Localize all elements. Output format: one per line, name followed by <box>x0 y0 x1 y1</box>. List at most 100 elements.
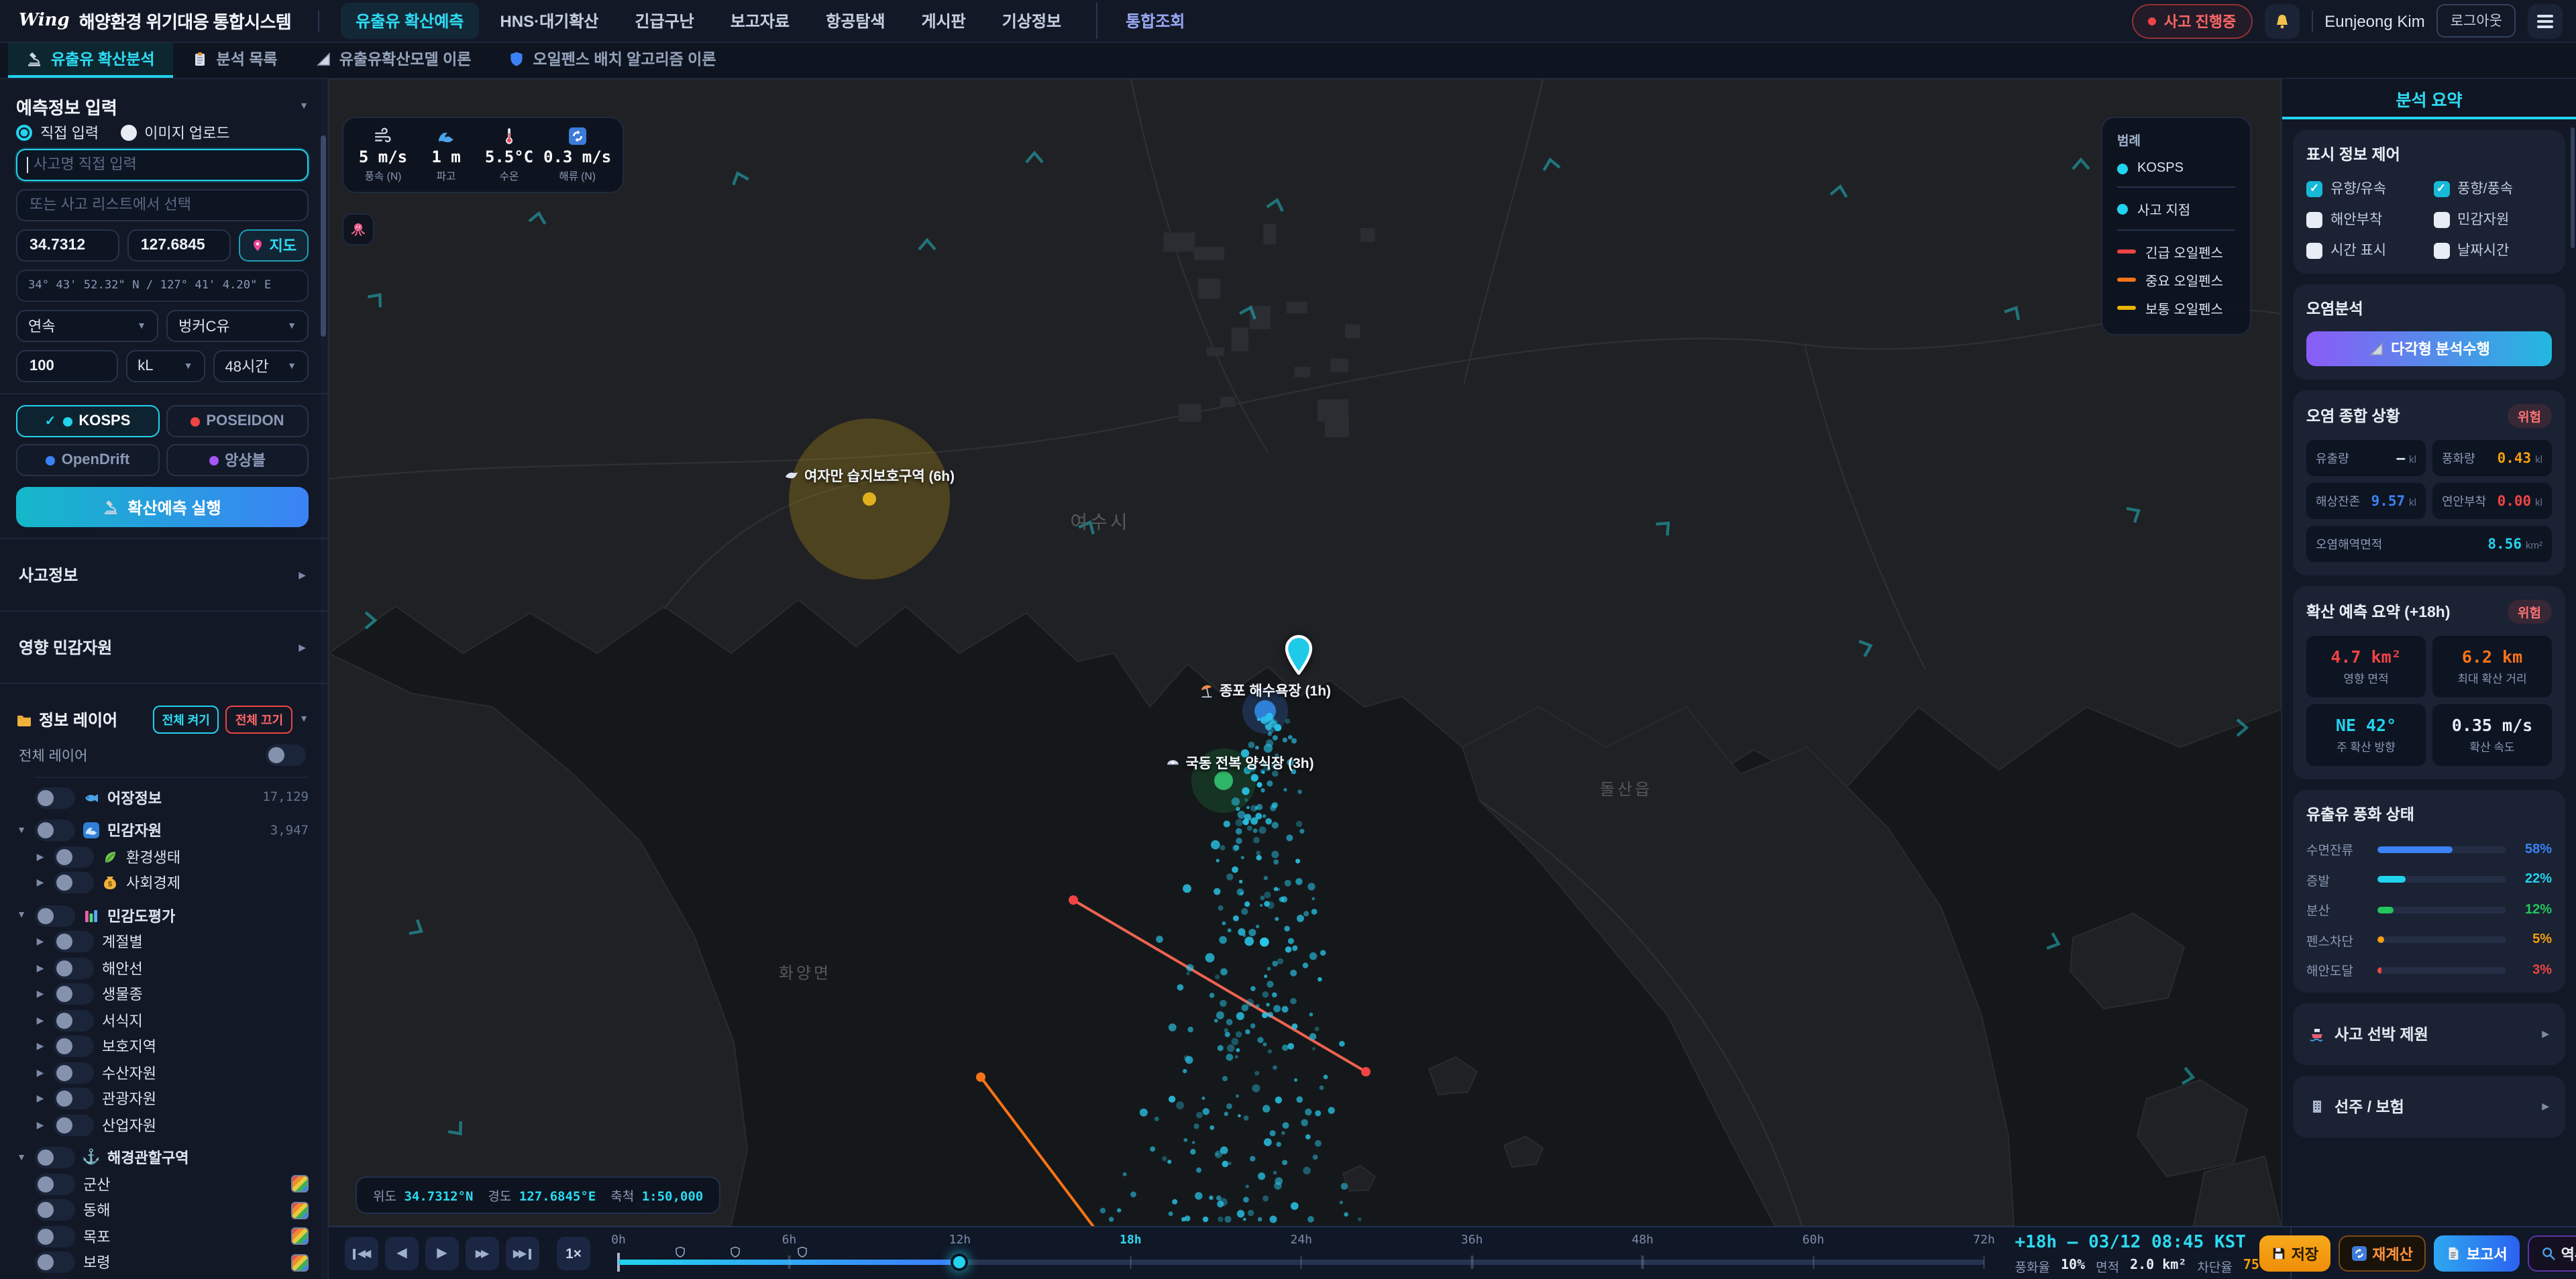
checkbox-icon[interactable] <box>2306 211 2322 227</box>
재계산-button[interactable]: 재계산 <box>2339 1235 2426 1272</box>
layer-toggle[interactable] <box>54 1089 94 1110</box>
map-marker-wetland[interactable]: 여자만 습지보호구역 (6h) <box>784 466 955 486</box>
chevron-down-icon[interactable]: ▼ <box>16 911 27 921</box>
model-chip-앙상블[interactable]: 앙상블 <box>166 444 309 476</box>
chevron-right-icon[interactable]: ▶ <box>35 1015 46 1026</box>
layer-toggle[interactable] <box>35 787 75 809</box>
model-chip-poseidon[interactable]: POSEIDON <box>166 405 309 437</box>
역추적-button[interactable]: 역추적 <box>2528 1235 2576 1272</box>
latitude-input[interactable] <box>16 229 119 262</box>
radio-image-upload[interactable]: 이미지 업로드 <box>120 122 230 144</box>
map-marker-farm[interactable]: 국동 전복 양식장 (3h) <box>1165 753 1313 773</box>
보고서-button[interactable]: 보고서 <box>2434 1235 2520 1272</box>
skip-end-button[interactable]: ▶▶ <box>506 1237 539 1270</box>
checkbox-icon[interactable] <box>2433 211 2449 227</box>
chevron-right-icon[interactable]: ▶ <box>35 852 46 863</box>
layer-toggle[interactable] <box>35 1200 75 1221</box>
layer-toggle[interactable] <box>54 846 94 868</box>
layer-toggle[interactable] <box>35 1226 75 1247</box>
chevron-right-icon[interactable]: ▶ <box>35 989 46 1000</box>
layer-toggle[interactable] <box>35 1252 75 1274</box>
polygon-analysis-button[interactable]: 다각형 분석수행 <box>2306 331 2552 366</box>
chevron-right-icon[interactable]: ▶ <box>35 963 46 974</box>
play-button[interactable]: ▶ <box>425 1237 459 1270</box>
chevron-right-icon[interactable]: ▶ <box>35 1068 46 1078</box>
chevron-right-icon[interactable]: ▶ <box>35 1042 46 1052</box>
skip-start-button[interactable]: ◀◀ <box>345 1237 378 1270</box>
layer-toggle[interactable] <box>35 1174 75 1195</box>
species-marker-button[interactable] <box>342 213 374 245</box>
layer-toggle[interactable] <box>35 905 75 927</box>
palette-icon[interactable] <box>291 1228 309 1245</box>
palette-icon[interactable] <box>291 1202 309 1219</box>
chevron-right-icon[interactable]: ▶ <box>35 1094 46 1105</box>
nav-item-3[interactable]: 보고자료 <box>716 3 804 39</box>
palette-icon[interactable] <box>291 1176 309 1193</box>
chevron-right-icon[interactable]: ▶ <box>35 937 46 948</box>
chevron-right-icon[interactable]: ▶ <box>35 878 46 889</box>
map-canvas[interactable]: 5 m/s풍속 (N)1 m파고5.5°C수온0.3 m/s해류 (N) 범례K… <box>329 79 2281 1226</box>
checkbox-checked-icon[interactable]: ✓ <box>2433 180 2449 197</box>
impact-resources-section[interactable]: 영향 민감자원 ▶ <box>16 622 309 672</box>
chevron-right-icon[interactable]: ▶ <box>35 1120 46 1131</box>
spill-mode-select[interactable]: 연속▼ <box>16 310 158 342</box>
playback-speed-button[interactable]: 1× <box>557 1237 590 1270</box>
tab-2[interactable]: 유출유확산모델 이론 <box>297 43 490 78</box>
step-back-button[interactable]: ◀ <box>385 1237 419 1270</box>
display-check-1[interactable]: ✓풍향/풍속 <box>2433 178 2552 199</box>
layer-toggle[interactable] <box>54 1115 94 1136</box>
display-check-0[interactable]: ✓유향/유속 <box>2306 178 2425 199</box>
chevron-down-icon[interactable]: ▼ <box>16 826 27 836</box>
timeline-handle[interactable] <box>951 1254 969 1271</box>
layer-toggle[interactable] <box>54 873 94 894</box>
panel-scrollbar-thumb[interactable] <box>2571 127 2575 248</box>
owner-insurance-card[interactable]: 선주 / 보험 ▶ <box>2293 1076 2565 1137</box>
layer-toggle[interactable] <box>54 958 94 979</box>
display-check-4[interactable]: 시간 표시 <box>2306 240 2425 260</box>
incident-list-input[interactable] <box>16 189 309 221</box>
radio-direct-input[interactable]: 직접 입력 <box>16 122 99 144</box>
spill-amount-input[interactable] <box>16 350 117 382</box>
run-prediction-button[interactable]: 확산예측 실행 <box>16 487 309 527</box>
model-chip-opendrift[interactable]: OpenDrift <box>16 444 159 476</box>
chevron-down-icon[interactable]: ▼ <box>16 1154 27 1163</box>
logout-button[interactable]: 로그아웃 <box>2437 4 2516 38</box>
nav-item-1[interactable]: HNS·대기확산 <box>485 3 613 39</box>
nav-item-6[interactable]: 기상정보 <box>987 3 1076 39</box>
tab-1[interactable]: 분석 목록 <box>174 43 297 78</box>
layer-toggle[interactable] <box>54 932 94 953</box>
layer-toggle[interactable] <box>54 1036 94 1058</box>
layer-toggle[interactable] <box>35 820 75 842</box>
all-layers-toggle[interactable] <box>266 744 306 766</box>
notifications-button[interactable] <box>2264 3 2299 38</box>
unit-select[interactable]: kL▼ <box>125 350 205 382</box>
layers-all-off-button[interactable]: 전체 끄기 <box>226 706 292 734</box>
model-chip-kosps[interactable]: ✓KOSPS <box>16 405 159 437</box>
display-check-2[interactable]: 해안부착 <box>2306 209 2425 229</box>
menu-button[interactable] <box>2528 3 2563 38</box>
layer-toggle[interactable] <box>54 984 94 1005</box>
sidebar-scrollbar-thumb[interactable] <box>321 135 326 337</box>
ship-specs-card[interactable]: 사고 선박 제원 ▶ <box>2293 1003 2565 1065</box>
nav-item-portal[interactable]: 통합조회 <box>1096 3 1199 39</box>
layers-all-on-button[interactable]: 전체 켜기 <box>153 706 219 734</box>
map-marker-beach[interactable]: 종포 해수욕장 (1h) <box>1199 681 1331 701</box>
checkbox-icon[interactable] <box>2433 242 2449 258</box>
checkbox-checked-icon[interactable]: ✓ <box>2306 180 2322 197</box>
duration-select[interactable]: 48시간▼ <box>213 350 309 382</box>
layer-toggle[interactable] <box>54 1062 94 1084</box>
nav-item-2[interactable]: 긴급구난 <box>620 3 708 39</box>
predict-section-header[interactable]: 예측정보 입력 ▼ <box>16 93 309 119</box>
incident-info-section[interactable]: 사고정보 ▶ <box>16 550 309 600</box>
pick-on-map-button[interactable]: 지도 <box>239 229 309 262</box>
display-check-3[interactable]: 민감자원 <box>2433 209 2552 229</box>
fast-forward-button[interactable]: ▶▶ <box>466 1237 499 1270</box>
longitude-input[interactable] <box>127 229 231 262</box>
layer-toggle[interactable] <box>35 1148 75 1169</box>
nav-item-4[interactable]: 항공탐색 <box>811 3 900 39</box>
layer-toggle[interactable] <box>54 1010 94 1032</box>
timeline-slider[interactable]: 0h6h12h18h24h36h48h60h72h <box>619 1227 1984 1279</box>
checkbox-icon[interactable] <box>2306 242 2322 258</box>
저장-button[interactable]: 저장 <box>2259 1235 2331 1272</box>
nav-item-5[interactable]: 게시판 <box>906 3 980 39</box>
